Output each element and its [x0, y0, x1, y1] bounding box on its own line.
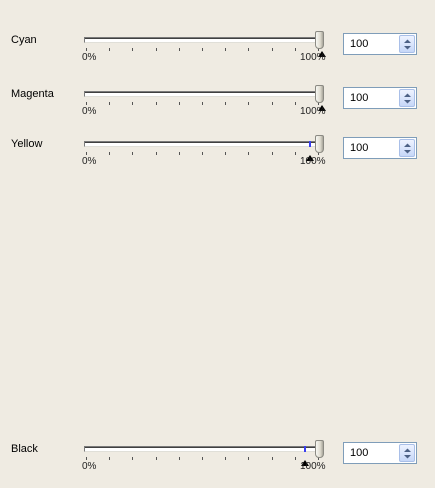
magenta-spinbox[interactable]: 100 [343, 87, 417, 109]
slider-tick [109, 102, 111, 105]
slider-thumb-icon[interactable] [315, 440, 324, 458]
slider-tick [132, 152, 134, 155]
slider-tick [202, 102, 203, 105]
black-slider[interactable]: 0% 100% [78, 440, 340, 474]
slider-tick [294, 457, 296, 460]
min-tick-label: 0% [82, 106, 97, 117]
black-spinbox[interactable]: 100 [343, 442, 417, 464]
color-adjust-panel: Cyan 0% 100% 100 Magenta 0% 100% 100 Yel… [0, 0, 435, 488]
black-label: Black [11, 443, 38, 455]
blue-mark [309, 141, 312, 147]
max-tick-label: 100% [300, 106, 326, 117]
yellow-spinbox[interactable]: 100 [343, 137, 417, 159]
slider-tick [109, 152, 111, 155]
slider-tick [248, 102, 250, 105]
slider-ticks [86, 102, 326, 106]
slider-tick [155, 152, 157, 155]
spin-up-down-icon[interactable] [399, 139, 415, 157]
yellow-slider[interactable]: 0% 100% [78, 135, 340, 169]
spin-up-down-icon[interactable] [399, 89, 415, 107]
max-tick-label: 100% [300, 52, 326, 63]
slider-tick [155, 102, 157, 105]
slider-tick [225, 457, 227, 460]
slider-tick [86, 152, 87, 155]
slider-thumb-icon[interactable] [315, 31, 324, 49]
slider-tick [294, 152, 296, 155]
slider-tick [178, 48, 180, 51]
slider-tick [178, 457, 180, 460]
slider-tick [225, 102, 227, 105]
yellow-label: Yellow [11, 138, 43, 150]
slider-thumb-icon[interactable] [315, 85, 324, 103]
slider-tick [86, 102, 87, 105]
slider-tick [294, 48, 296, 51]
min-tick-label: 0% [82, 156, 97, 167]
black-value[interactable]: 100 [350, 447, 368, 459]
slider-tick [202, 457, 203, 460]
slider-track [84, 446, 322, 452]
max-tick-label: 100% [300, 156, 326, 167]
min-tick-label: 0% [82, 52, 97, 63]
magenta-value[interactable]: 100 [350, 92, 368, 104]
slider-tick [132, 457, 134, 460]
slider-tick [109, 457, 111, 460]
cyan-value[interactable]: 100 [350, 38, 368, 50]
slider-tick [271, 152, 273, 155]
slider-tick [248, 152, 250, 155]
slider-ticks [86, 48, 326, 52]
row-magenta: Magenta 0% 100% 100 [0, 85, 435, 125]
spin-up-down-icon[interactable] [399, 444, 415, 462]
slider-tick [294, 102, 296, 105]
slider-tick [178, 102, 180, 105]
slider-ticks [86, 457, 326, 461]
slider-tick [271, 48, 273, 51]
spin-up-down-icon[interactable] [399, 35, 415, 53]
cyan-spinbox[interactable]: 100 [343, 33, 417, 55]
yellow-value[interactable]: 100 [350, 142, 368, 154]
slider-tick [271, 102, 273, 105]
magenta-slider[interactable]: 0% 100% [78, 85, 340, 119]
slider-tick [248, 48, 250, 51]
slider-tick [86, 457, 87, 460]
slider-tick [248, 457, 250, 460]
blue-mark [304, 446, 307, 452]
slider-tick [132, 48, 134, 51]
slider-tick [202, 152, 203, 155]
slider-tick [109, 48, 111, 51]
magenta-label: Magenta [11, 88, 54, 100]
slider-tick [132, 102, 134, 105]
slider-track [84, 141, 322, 147]
slider-tick [202, 48, 203, 51]
slider-tick [225, 152, 227, 155]
slider-track [84, 91, 322, 97]
cyan-label: Cyan [11, 34, 37, 46]
slider-tick [225, 48, 227, 51]
slider-thumb-icon[interactable] [315, 135, 324, 153]
row-cyan: Cyan 0% 100% 100 [0, 31, 435, 71]
cyan-slider[interactable]: 0% 100% [78, 31, 340, 65]
slider-tick [86, 48, 87, 51]
slider-tick [155, 48, 157, 51]
slider-tick [155, 457, 157, 460]
slider-tick [178, 152, 180, 155]
min-tick-label: 0% [82, 461, 97, 472]
max-tick-label: 100% [300, 461, 326, 472]
slider-tick [271, 457, 273, 460]
row-yellow: Yellow 0% 100% 100 [0, 135, 435, 175]
row-black: Black 0% 100% 100 [0, 440, 435, 480]
slider-ticks [86, 152, 326, 156]
slider-track [84, 37, 322, 43]
